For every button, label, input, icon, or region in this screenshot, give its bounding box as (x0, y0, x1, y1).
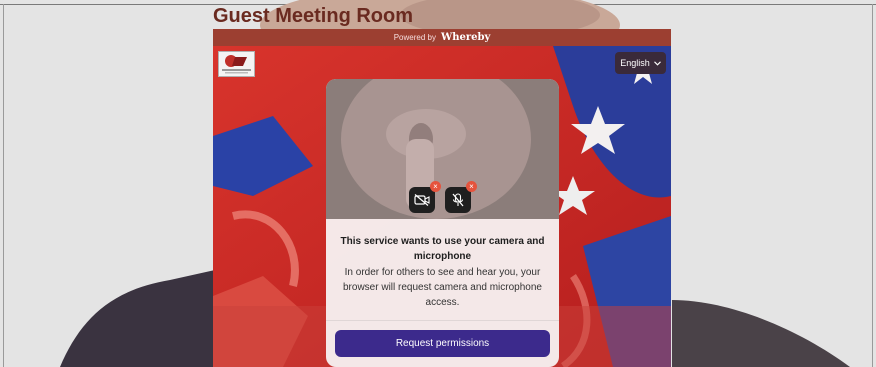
chevron-down-icon (653, 60, 661, 66)
divider (326, 320, 559, 321)
microphone-toggle-button[interactable]: × (445, 181, 477, 213)
organization-logo (218, 51, 255, 77)
mic-error-badge: × (466, 181, 477, 192)
permission-title: This service wants to use your camera an… (340, 236, 545, 262)
permission-dialog: × × This service wants to use your camer… (326, 79, 559, 367)
request-permissions-button[interactable]: Request permissions (335, 330, 550, 357)
whereby-brand[interactable]: Whereby (441, 32, 490, 43)
language-label: English (620, 58, 650, 68)
camera-toggle-button[interactable]: × (409, 181, 441, 213)
mic-off-icon (452, 193, 464, 207)
language-selector[interactable]: English (615, 52, 666, 74)
camera-error-badge: × (430, 181, 441, 192)
self-view-preview (326, 79, 559, 219)
page-title: Guest Meeting Room (213, 5, 414, 27)
meeting-embed: Powered by Whereby English × × This serv… (213, 29, 671, 367)
camera-off-icon (414, 194, 430, 206)
powered-by-bar: Powered by Whereby (213, 29, 671, 46)
permission-description: In order for others to see and hear you,… (343, 267, 542, 308)
powered-by-text: Powered by (393, 33, 436, 42)
